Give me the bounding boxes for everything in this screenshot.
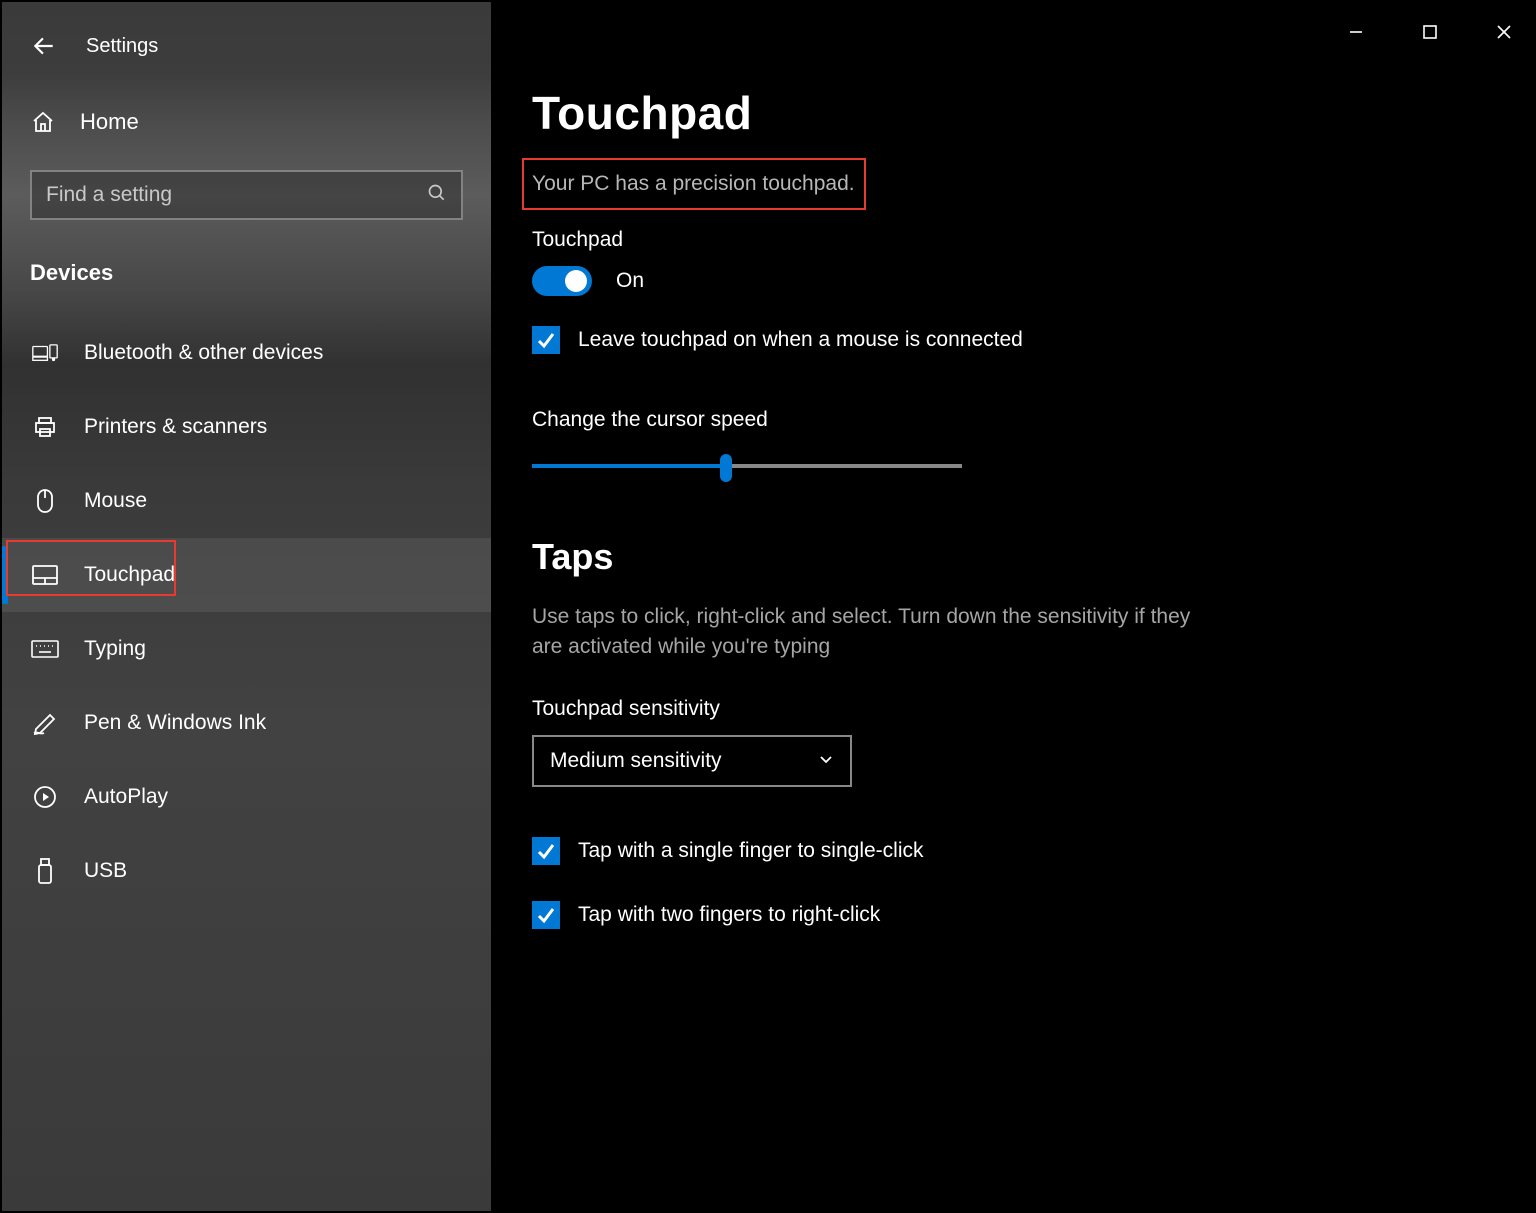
sensitivity-value: Medium sensitivity xyxy=(550,749,722,773)
sidebar-item-label: Mouse xyxy=(84,489,147,513)
chevron-down-icon xyxy=(818,749,834,773)
touchpad-toggle-state: On xyxy=(616,269,644,293)
window-controls xyxy=(1336,12,1524,52)
touchpad-icon xyxy=(30,565,60,585)
search-input[interactable] xyxy=(46,183,427,207)
single-tap-checkbox[interactable] xyxy=(532,837,560,865)
sidebar-item-bluetooth[interactable]: Bluetooth & other devices xyxy=(2,316,491,390)
back-button[interactable] xyxy=(30,32,58,60)
sidebar-header: Settings xyxy=(2,2,491,72)
leave-touchpad-on-label: Leave touchpad on when a mouse is connec… xyxy=(578,328,1023,352)
home-label: Home xyxy=(80,109,139,135)
autoplay-icon xyxy=(30,785,60,809)
mouse-icon xyxy=(30,488,60,514)
sidebar-item-label: Touchpad xyxy=(84,563,175,587)
sidebar-item-label: Bluetooth & other devices xyxy=(84,341,323,365)
sidebar-item-label: Printers & scanners xyxy=(84,415,267,439)
sidebar-item-label: Pen & Windows Ink xyxy=(84,711,266,735)
single-tap-label: Tap with a single finger to single-click xyxy=(578,839,924,863)
keyboard-icon xyxy=(30,640,60,658)
usb-icon xyxy=(30,858,60,884)
sidebar-item-usb[interactable]: USB xyxy=(2,834,491,908)
sidebar-item-label: USB xyxy=(84,859,127,883)
sidebar-item-mouse[interactable]: Mouse xyxy=(2,464,491,538)
bluetooth-devices-icon xyxy=(30,343,60,363)
printer-icon xyxy=(30,415,60,439)
sensitivity-label: Touchpad sensitivity xyxy=(532,697,1534,721)
sidebar-item-touchpad[interactable]: Touchpad xyxy=(2,538,491,612)
taps-description: Use taps to click, right-click and selec… xyxy=(532,602,1192,663)
sidebar-item-label: Typing xyxy=(84,637,146,661)
cursor-speed-label: Change the cursor speed xyxy=(532,408,1534,432)
sidebar-item-printers[interactable]: Printers & scanners xyxy=(2,390,491,464)
sidebar-item-label: AutoPlay xyxy=(84,785,168,809)
sensitivity-dropdown[interactable]: Medium sensitivity xyxy=(532,735,852,787)
sidebar-item-autoplay[interactable]: AutoPlay xyxy=(2,760,491,834)
sidebar-item-typing[interactable]: Typing xyxy=(2,612,491,686)
search-icon xyxy=(427,183,447,208)
precision-touchpad-message: Your PC has a precision touchpad. xyxy=(532,166,855,202)
sidebar-item-pen[interactable]: Pen & Windows Ink xyxy=(2,686,491,760)
cursor-speed-thumb[interactable] xyxy=(720,454,732,482)
two-finger-tap-checkbox[interactable] xyxy=(532,901,560,929)
page-title: Touchpad xyxy=(532,86,1534,140)
pen-icon xyxy=(30,711,60,735)
main-content: Touchpad Your PC has a precision touchpa… xyxy=(492,2,1534,1211)
taps-title: Taps xyxy=(532,536,1534,578)
leave-touchpad-on-checkbox[interactable] xyxy=(532,326,560,354)
touchpad-toggle-label: Touchpad xyxy=(532,228,1534,252)
sidebar-home[interactable]: Home xyxy=(2,72,491,136)
cursor-speed-slider[interactable] xyxy=(532,452,962,480)
settings-sidebar: Settings Home Devices Bluetooth & o xyxy=(2,2,492,1211)
minimize-button[interactable] xyxy=(1336,12,1376,52)
maximize-button[interactable] xyxy=(1410,12,1450,52)
sidebar-nav: Bluetooth & other devices Printers & sca… xyxy=(2,316,491,908)
cursor-speed-fill xyxy=(532,464,726,468)
search-box[interactable] xyxy=(30,170,463,220)
two-finger-tap-label: Tap with two fingers to right-click xyxy=(578,903,880,927)
close-button[interactable] xyxy=(1484,12,1524,52)
settings-title: Settings xyxy=(86,35,158,58)
touchpad-toggle[interactable] xyxy=(532,266,592,296)
sidebar-section-label: Devices xyxy=(30,260,491,286)
home-icon xyxy=(30,110,56,134)
